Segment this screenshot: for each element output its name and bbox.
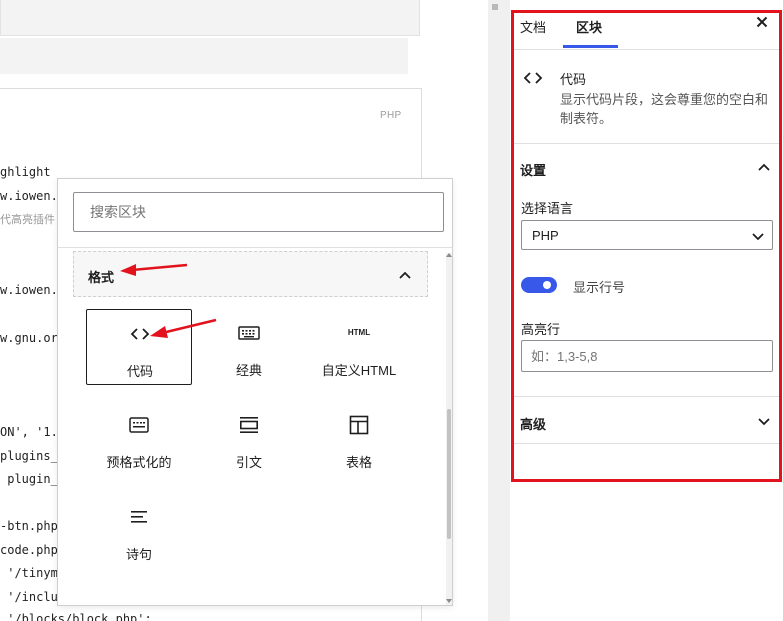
code-line: plugin_ bbox=[0, 472, 58, 486]
editor-toolbar-bar bbox=[0, 0, 420, 36]
table-icon bbox=[349, 415, 369, 435]
block-label: 自定义HTML bbox=[321, 363, 397, 378]
line-numbers-toggle[interactable] bbox=[521, 277, 557, 293]
block-item-code[interactable]: 代码 bbox=[86, 309, 192, 385]
block-label: 引文 bbox=[235, 455, 262, 470]
advanced-panel-title: 高级 bbox=[520, 417, 547, 432]
block-inserter-popover: 格式 代码 经典 HTML 自定义HTML bbox=[57, 178, 453, 606]
block-item-table[interactable]: 表格 bbox=[306, 401, 412, 477]
block-label: 经典 bbox=[235, 363, 262, 378]
code-language-tag: PHP bbox=[380, 110, 402, 121]
line-numbers-label: 显示行号 bbox=[573, 280, 626, 295]
chevron-up-icon bbox=[758, 163, 770, 171]
block-card-description: 显示代码片段，这会尊重您的空白和制表符。 bbox=[560, 92, 769, 126]
code-line: code.php' bbox=[0, 543, 66, 557]
scroll-marker bbox=[492, 4, 498, 10]
divider bbox=[58, 247, 452, 248]
code-line: '/tinym bbox=[0, 566, 58, 580]
active-tab-indicator bbox=[563, 45, 618, 48]
scrollbar-thumb[interactable] bbox=[447, 409, 451, 539]
scroll-up-arrow-icon[interactable] bbox=[446, 253, 452, 257]
code-line: '/blocks/block.php'; bbox=[0, 612, 152, 621]
block-item-classic[interactable]: 经典 bbox=[196, 309, 302, 385]
code-line: w.gnu.org bbox=[0, 331, 66, 345]
block-item-pullquote[interactable]: 引文 bbox=[196, 401, 302, 477]
code-icon bbox=[523, 72, 543, 84]
category-title: 格式 bbox=[88, 270, 115, 285]
preformatted-icon bbox=[129, 417, 149, 433]
chevron-up-icon bbox=[399, 271, 411, 279]
code-icon bbox=[130, 328, 150, 340]
divider bbox=[514, 49, 780, 50]
block-label: 代码 bbox=[126, 364, 153, 379]
chevron-down-icon bbox=[758, 418, 770, 426]
divider bbox=[514, 143, 780, 144]
code-line: 代高亮插件 bbox=[0, 213, 55, 226]
editor-gutter bbox=[488, 0, 510, 621]
block-search-input[interactable] bbox=[73, 192, 444, 232]
keyboard-icon bbox=[238, 326, 260, 340]
code-line: '/inclu bbox=[0, 590, 58, 604]
divider bbox=[514, 443, 780, 444]
block-item-custom-html[interactable]: HTML 自定义HTML bbox=[306, 309, 412, 385]
code-line: -btn.php' bbox=[0, 519, 66, 533]
toggle-knob bbox=[543, 281, 551, 289]
code-line: ON', '1.6 bbox=[0, 425, 66, 439]
settings-panel-title: 设置 bbox=[520, 163, 547, 178]
block-label: 诗句 bbox=[125, 547, 152, 562]
verse-icon bbox=[131, 511, 147, 523]
block-item-verse[interactable]: 诗句 bbox=[86, 493, 192, 569]
code-line: ghlight bbox=[0, 165, 51, 179]
category-formatting-header[interactable]: 格式 bbox=[73, 251, 428, 297]
tab-block[interactable]: 区块 bbox=[576, 17, 602, 36]
html-icon: HTML bbox=[347, 328, 371, 337]
close-icon[interactable] bbox=[755, 15, 769, 29]
highlight-lines-input[interactable] bbox=[521, 340, 773, 372]
block-label: 预格式化的 bbox=[106, 455, 172, 470]
code-line: plugins_ bbox=[0, 449, 58, 463]
editor-title-bar bbox=[0, 38, 408, 74]
language-label: 选择语言 bbox=[521, 201, 574, 216]
block-card-title: 代码 bbox=[560, 72, 587, 87]
highlight-lines-label: 高亮行 bbox=[521, 322, 561, 337]
tab-document[interactable]: 文档 bbox=[520, 17, 546, 36]
pullquote-icon bbox=[239, 417, 258, 433]
block-item-preformatted[interactable]: 预格式化的 bbox=[86, 401, 192, 477]
divider bbox=[514, 396, 780, 397]
block-label: 表格 bbox=[345, 455, 372, 470]
code-line: w.iowen.c bbox=[0, 283, 66, 297]
chevron-down-icon bbox=[752, 233, 764, 241]
language-select[interactable]: PHP bbox=[521, 220, 773, 250]
language-select-value: PHP bbox=[532, 228, 559, 243]
scroll-down-arrow-icon[interactable] bbox=[446, 599, 452, 603]
code-line: w.iowen.c bbox=[0, 189, 66, 203]
